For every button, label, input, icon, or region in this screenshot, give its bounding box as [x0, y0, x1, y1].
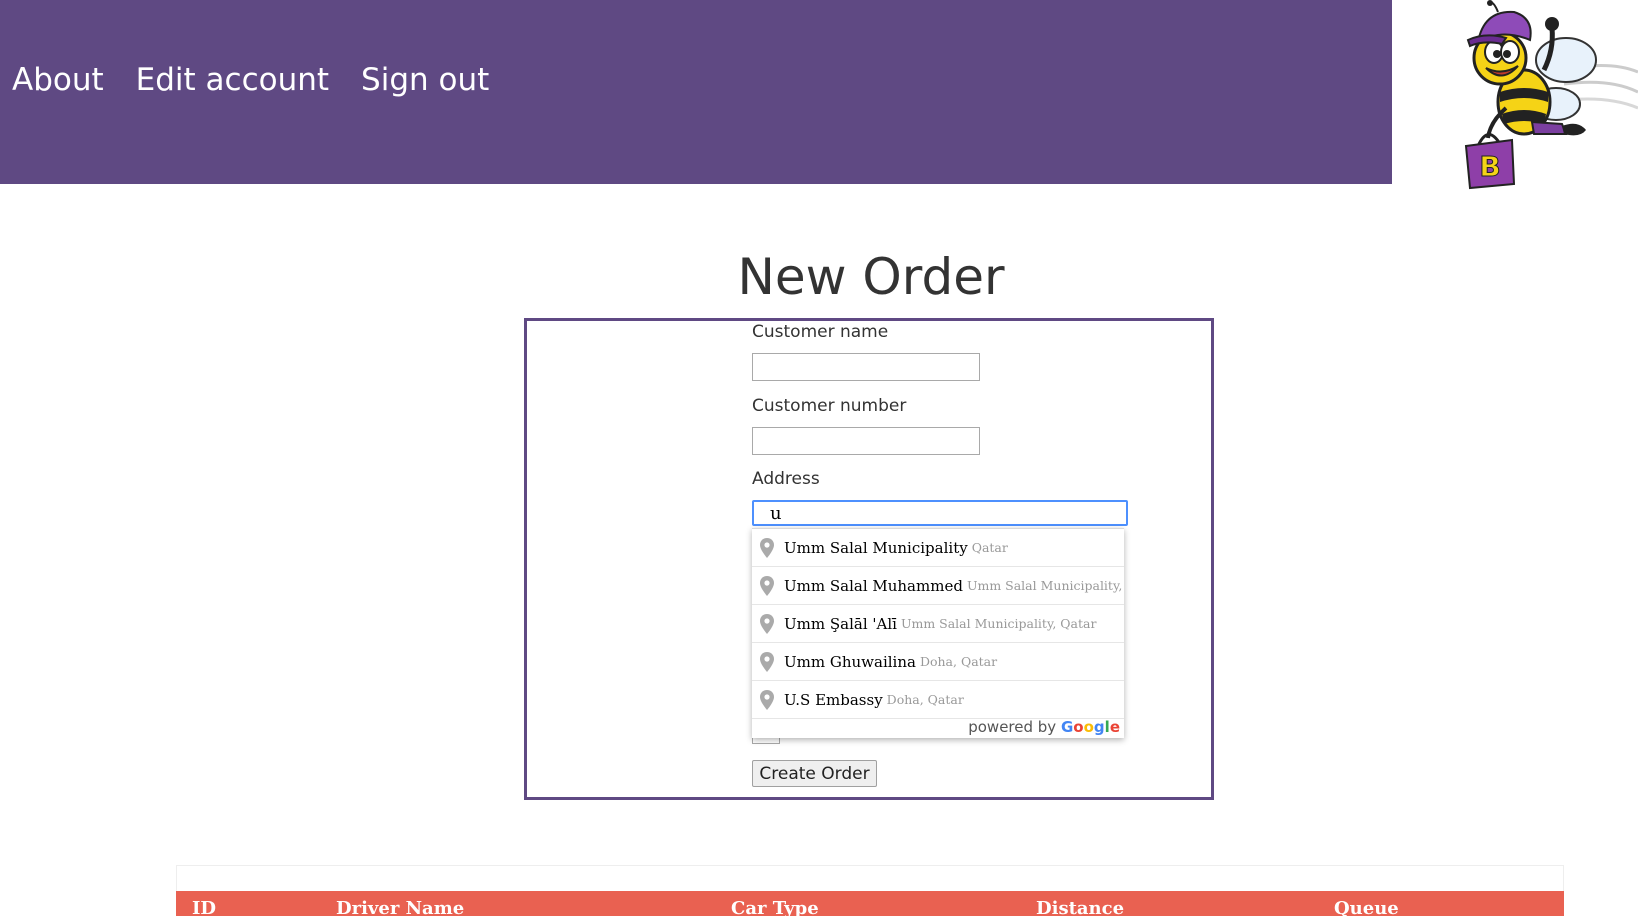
autocomplete-item[interactable]: Umm Ghuwailina Doha, Qatar	[752, 643, 1124, 681]
autocomplete-secondary-text: Umm Salal Municipality, Qatar	[966, 578, 1124, 593]
customer-name-label: Customer name	[752, 322, 889, 342]
autocomplete-secondary-text: Doha, Qatar	[886, 692, 964, 707]
page-title: New Order	[737, 248, 1005, 306]
google-logo: Google	[1060, 718, 1120, 736]
top-navbar: About Edit account Sign out	[0, 0, 1392, 184]
powered-by-google: powered by Google	[968, 718, 1120, 736]
column-header-driver-name[interactable]: Driver Name	[336, 898, 464, 916]
map-pin-icon	[760, 537, 774, 558]
autocomplete-main-text: Umm Ghuwailina	[784, 652, 916, 671]
map-pin-icon	[760, 613, 774, 634]
map-pin-icon	[760, 651, 774, 672]
autocomplete-main-text: U.S Embassy	[784, 690, 883, 709]
nav-link-sign-out[interactable]: Sign out	[361, 62, 489, 98]
address-autocomplete-dropdown: Umm Salal Municipality Qatar Umm Salal M…	[752, 528, 1124, 738]
autocomplete-secondary-text: Doha, Qatar	[919, 654, 998, 669]
nav-link-edit-account[interactable]: Edit account	[136, 62, 329, 98]
map-pin-icon	[760, 689, 774, 710]
address-input[interactable]	[752, 500, 1128, 526]
customer-number-label: Customer number	[752, 396, 907, 416]
autocomplete-secondary-text: Qatar	[971, 540, 1008, 555]
powered-by-text: powered by	[968, 718, 1057, 736]
nav-link-about[interactable]: About	[12, 62, 104, 98]
column-header-car-type[interactable]: Car Type	[731, 898, 819, 916]
autocomplete-main-text: Umm Salal Muhammed	[784, 576, 963, 595]
autocomplete-main-text: Umm Şalāl 'Alī	[784, 614, 897, 633]
bag-letter: B	[1479, 150, 1500, 183]
column-header-id[interactable]: ID	[192, 898, 216, 916]
autocomplete-secondary-text: Umm Salal Municipality, Qatar	[900, 616, 1097, 631]
map-pin-icon	[760, 575, 774, 596]
address-label: Address	[752, 469, 820, 489]
column-header-queue[interactable]: Queue	[1334, 898, 1399, 916]
autocomplete-item[interactable]: U.S Embassy Doha, Qatar	[752, 681, 1124, 719]
column-header-distance[interactable]: Distance	[1036, 898, 1124, 916]
customer-number-input[interactable]	[752, 427, 980, 455]
drivers-table-header: ID Driver Name Car Type Distance Queue	[176, 891, 1564, 916]
autocomplete-item[interactable]: Umm Salal Municipality Qatar	[752, 529, 1124, 567]
customer-name-input[interactable]	[752, 353, 980, 381]
autocomplete-item[interactable]: Umm Şalāl 'Alī Umm Salal Municipality, Q…	[752, 605, 1124, 643]
autocomplete-item[interactable]: Umm Salal Muhammed Umm Salal Municipalit…	[752, 567, 1124, 605]
main-nav: About Edit account Sign out	[12, 62, 489, 98]
bee-mascot-logo: B	[1464, 0, 1638, 190]
autocomplete-main-text: Umm Salal Municipality	[784, 538, 968, 557]
create-order-button[interactable]: Create Order	[752, 760, 877, 787]
